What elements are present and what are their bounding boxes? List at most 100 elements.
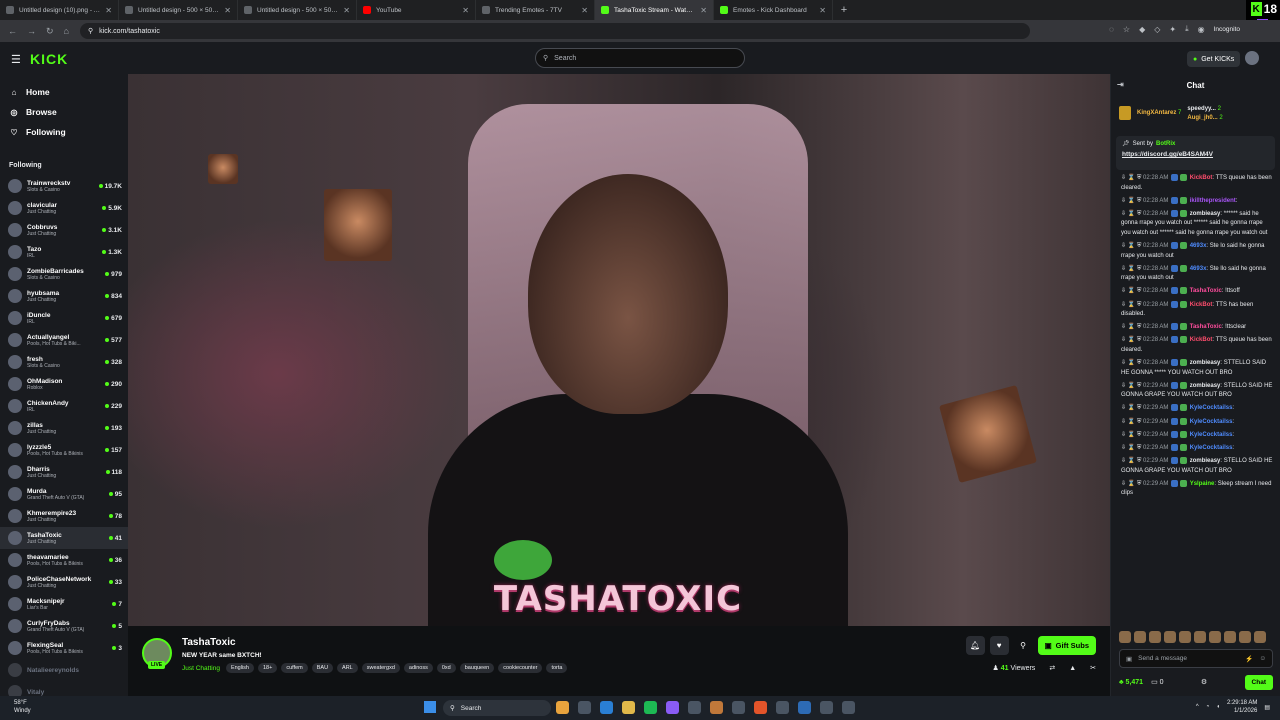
weather-widget[interactable]: 58°F Windy: [14, 699, 31, 715]
stream-tag[interactable]: 18+: [257, 663, 278, 673]
volume-icon[interactable]: ◖: [1216, 704, 1220, 710]
app-icon[interactable]: [666, 701, 679, 714]
wifi-icon[interactable]: ◔: [1206, 704, 1210, 710]
steam-icon[interactable]: [798, 701, 811, 714]
timeout-icon[interactable]: ⌛: [1128, 211, 1137, 217]
sidebar-channel[interactable]: clavicular Just Chatting 5.9K: [0, 197, 128, 219]
close-icon[interactable]: ✕: [105, 6, 112, 15]
new-tab-button[interactable]: +: [837, 4, 851, 16]
emote-icon[interactable]: [1239, 631, 1251, 643]
message-username[interactable]: zombieasy: [1190, 383, 1221, 389]
pin-icon[interactable]: ⇩: [1121, 211, 1128, 217]
sidebar-channel[interactable]: Cobbruvs Just Chatting 3.1K: [0, 219, 128, 241]
stream-tag[interactable]: cookiecounter: [498, 663, 543, 673]
extension-icon[interactable]: ◆: [1139, 25, 1145, 34]
site-info-icon[interactable]: ⚲: [88, 27, 93, 35]
download-icon[interactable]: ⤓: [1185, 24, 1189, 34]
top-gifter[interactable]: speedyy... 2: [1187, 106, 1222, 112]
close-icon[interactable]: ✕: [819, 6, 826, 15]
sidebar-channel[interactable]: zillas Just Chatting 193: [0, 417, 128, 439]
stream-tag[interactable]: adinoss: [403, 663, 433, 673]
browser-tab[interactable]: Untitled design - 500 × 500px ✕: [119, 0, 238, 20]
sidebar-channel[interactable]: Actuallyangel Pools, Hot Tubs & Biki... 57…: [0, 329, 128, 351]
message-username[interactable]: zombieasy: [1190, 458, 1221, 464]
pin-icon[interactable]: ⇩: [1121, 266, 1128, 272]
sidebar-channel[interactable]: Macksnipejr Liar's Bar 7: [0, 593, 128, 615]
sidebar-channel[interactable]: Dharris Just Chatting 118: [0, 461, 128, 483]
timeout-icon[interactable]: ⌛: [1128, 266, 1137, 272]
emote-icon[interactable]: [1209, 631, 1221, 643]
pin-icon[interactable]: ⇩: [1121, 337, 1128, 343]
menu-icon[interactable]: ☰: [11, 53, 21, 66]
pin-icon[interactable]: ⇩: [1121, 302, 1128, 308]
timeout-icon[interactable]: ⌛: [1128, 288, 1137, 294]
chat-settings-icon[interactable]: ▣: [1126, 655, 1132, 663]
timeout-icon[interactable]: ⌛: [1128, 432, 1137, 438]
stream-tag[interactable]: BAU: [311, 663, 334, 673]
stream-tag[interactable]: cuffem: [281, 663, 308, 673]
message-username[interactable]: zombieasy: [1190, 211, 1221, 217]
timeout-icon[interactable]: ⌛: [1128, 458, 1137, 464]
message-username[interactable]: TashaToxic: [1190, 324, 1222, 330]
address-bar[interactable]: ⚲ kick.com/tashatoxic: [80, 23, 1030, 39]
close-icon[interactable]: ✕: [462, 6, 469, 15]
timeout-icon[interactable]: ⌛: [1128, 175, 1137, 181]
sidebar-channel[interactable]: PoliceChaseNetwork Just Chatting 33: [0, 571, 128, 593]
sidebar-channel[interactable]: iDuncle IRL 679: [0, 307, 128, 329]
browser-tab[interactable]: Emotes - Kick Dashboard ✕: [714, 0, 833, 20]
pin-icon[interactable]: ⇩: [1121, 481, 1128, 487]
message-username[interactable]: Yslpaine: [1190, 481, 1215, 487]
timeout-icon[interactable]: ⌛: [1128, 198, 1137, 204]
message-username[interactable]: KyleCocktailss: [1190, 419, 1233, 425]
message-username[interactable]: KyleCocktailss: [1190, 405, 1233, 411]
pin-icon[interactable]: ⇩: [1121, 175, 1128, 181]
message-username[interactable]: KickBot: [1190, 302, 1213, 308]
timeout-icon[interactable]: ⌛: [1128, 419, 1137, 425]
timeout-icon[interactable]: ⌛: [1128, 481, 1137, 487]
video-player[interactable]: TASHATOXIC: [128, 74, 1110, 626]
clock[interactable]: 2:29:18 AM 1/1/2026: [1227, 699, 1257, 715]
stream-tag[interactable]: ARL: [337, 663, 358, 673]
message-username[interactable]: 4693x: [1190, 266, 1207, 272]
collapse-chat-icon[interactable]: ⇥: [1117, 80, 1124, 89]
chrome-icon[interactable]: [556, 701, 569, 714]
top-gifter[interactable]: Augi_jh0... 2: [1187, 115, 1222, 121]
browser-tab-active[interactable]: TashaToxic Stream - Watch Live ✕: [595, 0, 714, 20]
pin-icon[interactable]: ⇩: [1121, 243, 1128, 249]
points[interactable]: ▭ 0: [1151, 678, 1163, 686]
emote-icon[interactable]: [1179, 631, 1191, 643]
emoji-icon[interactable]: ☺: [1259, 655, 1266, 662]
sidebar-channel-offline[interactable]: Vitaly: [0, 681, 128, 696]
gear-icon[interactable]: ⚙: [1201, 678, 1207, 686]
eye-off-icon[interactable]: ◌: [1109, 25, 1114, 34]
sidebar-item-browse[interactable]: ◎ Browse: [9, 102, 128, 122]
timeout-icon[interactable]: ⌛: [1128, 360, 1137, 366]
pin-button[interactable]: ⚲: [1014, 636, 1033, 655]
folder-icon[interactable]: [622, 701, 635, 714]
browser-tab[interactable]: YouTube ✕: [357, 0, 476, 20]
browser-tab[interactable]: Trending Emotes - 7TV ✕: [476, 0, 595, 20]
timeout-icon[interactable]: ⌛: [1128, 337, 1137, 343]
pinned-sender-name[interactable]: BotRix: [1156, 141, 1175, 147]
app-icon[interactable]: [842, 701, 855, 714]
emote-icon[interactable]: [1134, 631, 1146, 643]
stream-tag[interactable]: 0xd: [436, 663, 456, 673]
gift-subs-button[interactable]: ▣ Gift Subs: [1037, 636, 1096, 655]
pin-icon[interactable]: ⇩: [1121, 383, 1128, 389]
close-icon[interactable]: ✕: [700, 6, 707, 15]
search-input[interactable]: ⚲ Search: [535, 48, 745, 68]
taskbar-search[interactable]: ⚲ Search: [443, 700, 551, 716]
message-username[interactable]: TashaToxic: [1190, 288, 1222, 294]
home-icon[interactable]: ⌂: [64, 26, 69, 36]
kicks-balance[interactable]: ♣ 5,471: [1119, 679, 1143, 686]
windows-start-icon[interactable]: [424, 701, 436, 713]
extension-icon[interactable]: ◇: [1154, 25, 1160, 34]
pin-icon[interactable]: ⇩: [1121, 360, 1128, 366]
emote-icon[interactable]: [1119, 631, 1131, 643]
sidebar-channel[interactable]: Murda Grand Theft Auto V (GTA) 95: [0, 483, 128, 505]
terminal-icon[interactable]: [732, 701, 745, 714]
emote-icon[interactable]: [1224, 631, 1236, 643]
sidebar-channel[interactable]: FlexingSeal Pools, Hot Tubs & Bikinis 3: [0, 637, 128, 659]
user-avatar[interactable]: [1245, 51, 1259, 65]
sidebar-channel[interactable]: Tazo IRL 1.3K: [0, 241, 128, 263]
